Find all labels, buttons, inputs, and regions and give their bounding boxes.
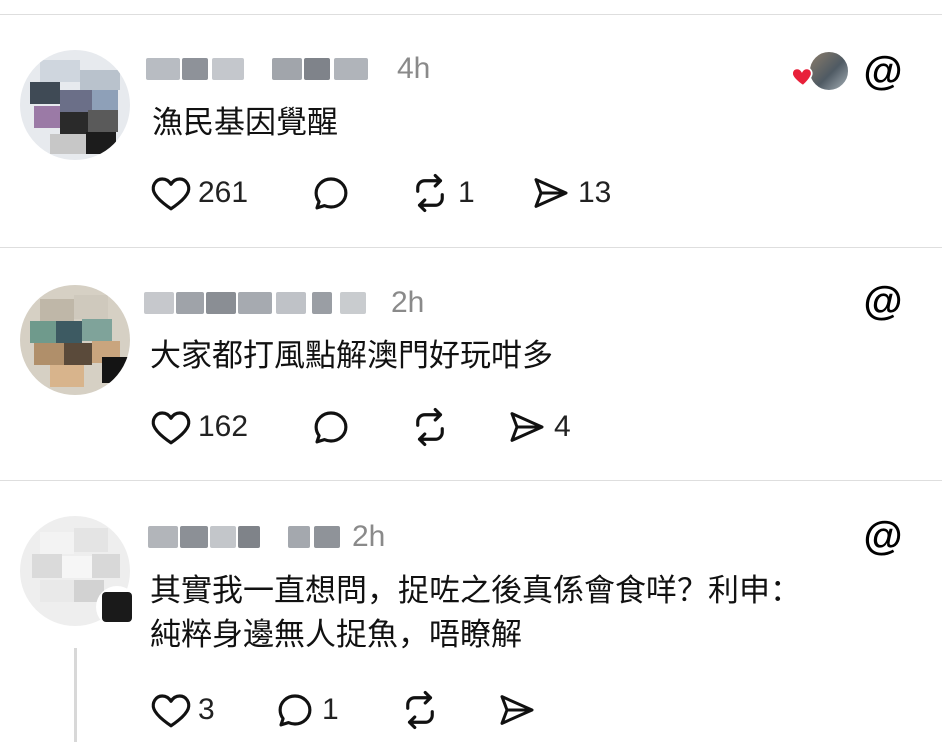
red-heart-icon [790,63,816,89]
username-blurred[interactable] [140,286,385,320]
reply-thread-line [74,648,77,742]
post-divider [0,480,942,481]
repost-arrows-icon [408,406,452,448]
post-text-line: 純粹身邊無人捉魚，唔瞭解 [150,617,522,652]
like-count: 3 [198,693,215,726]
threads-logo-icon[interactable]: @ [863,514,903,558]
post-time: 2h [352,520,386,553]
post-time: 4h [397,52,431,85]
post-text: 大家都打風點解澳門好玩咁多 [150,334,553,378]
like-button[interactable]: 162 [150,405,248,449]
share-count: 13 [578,176,612,209]
avatar-badge [96,586,138,628]
repost-arrows-icon [398,689,442,731]
avatar[interactable] [20,50,130,160]
post-time: 2h [391,286,425,319]
post-divider [0,247,942,248]
like-count: 162 [198,410,249,443]
threads-logo-icon[interactable]: @ [863,49,903,93]
paper-plane-icon [530,173,572,213]
reply-button[interactable] [310,171,358,215]
share-button[interactable] [496,688,544,732]
paper-plane-icon [506,407,548,447]
top-divider [0,14,942,15]
username-blurred[interactable] [140,52,385,86]
speech-bubble-icon [310,172,352,214]
post-text: 漁民基因覺醒 [152,101,338,145]
avatar[interactable] [20,285,130,395]
post-text-line: 漁民基因覺醒 [152,105,338,140]
speech-bubble-icon [274,689,316,731]
speech-bubble-icon [310,406,352,448]
threads-logo-icon[interactable]: @ [863,279,903,323]
post-text-line: 大家都打風點解澳門好玩咁多 [150,338,553,373]
like-count: 261 [198,176,249,209]
share-button[interactable]: 13 [530,171,611,215]
post-actions: 162 4 [150,405,650,449]
post-text-line: 其實我一直想問，捉咗之後真係會食咩？利申： [150,573,801,608]
post-text: 其實我一直想問，捉咗之後真係會食咩？利申： 純粹身邊無人捉魚，唔瞭解 [150,569,801,657]
repost-button[interactable] [408,405,458,449]
repost-button[interactable]: 1 [408,171,475,215]
repost-arrows-icon [408,172,452,214]
repost-count: 1 [458,176,475,209]
heart-outline-icon [150,173,192,213]
repost-button[interactable] [398,688,448,732]
reply-count: 1 [322,693,339,726]
reply-button[interactable]: 1 [274,688,339,732]
post-actions: 261 1 13 [150,171,650,215]
like-button[interactable]: 261 [150,171,248,215]
share-count: 4 [554,410,571,443]
reply-button[interactable] [310,405,358,449]
heart-outline-icon [150,690,192,730]
share-button[interactable]: 4 [506,405,571,449]
paper-plane-icon [496,690,538,730]
post-actions: 3 1 [150,688,550,732]
username-blurred[interactable] [140,520,350,554]
like-button[interactable]: 3 [150,688,215,732]
heart-outline-icon [150,407,192,447]
